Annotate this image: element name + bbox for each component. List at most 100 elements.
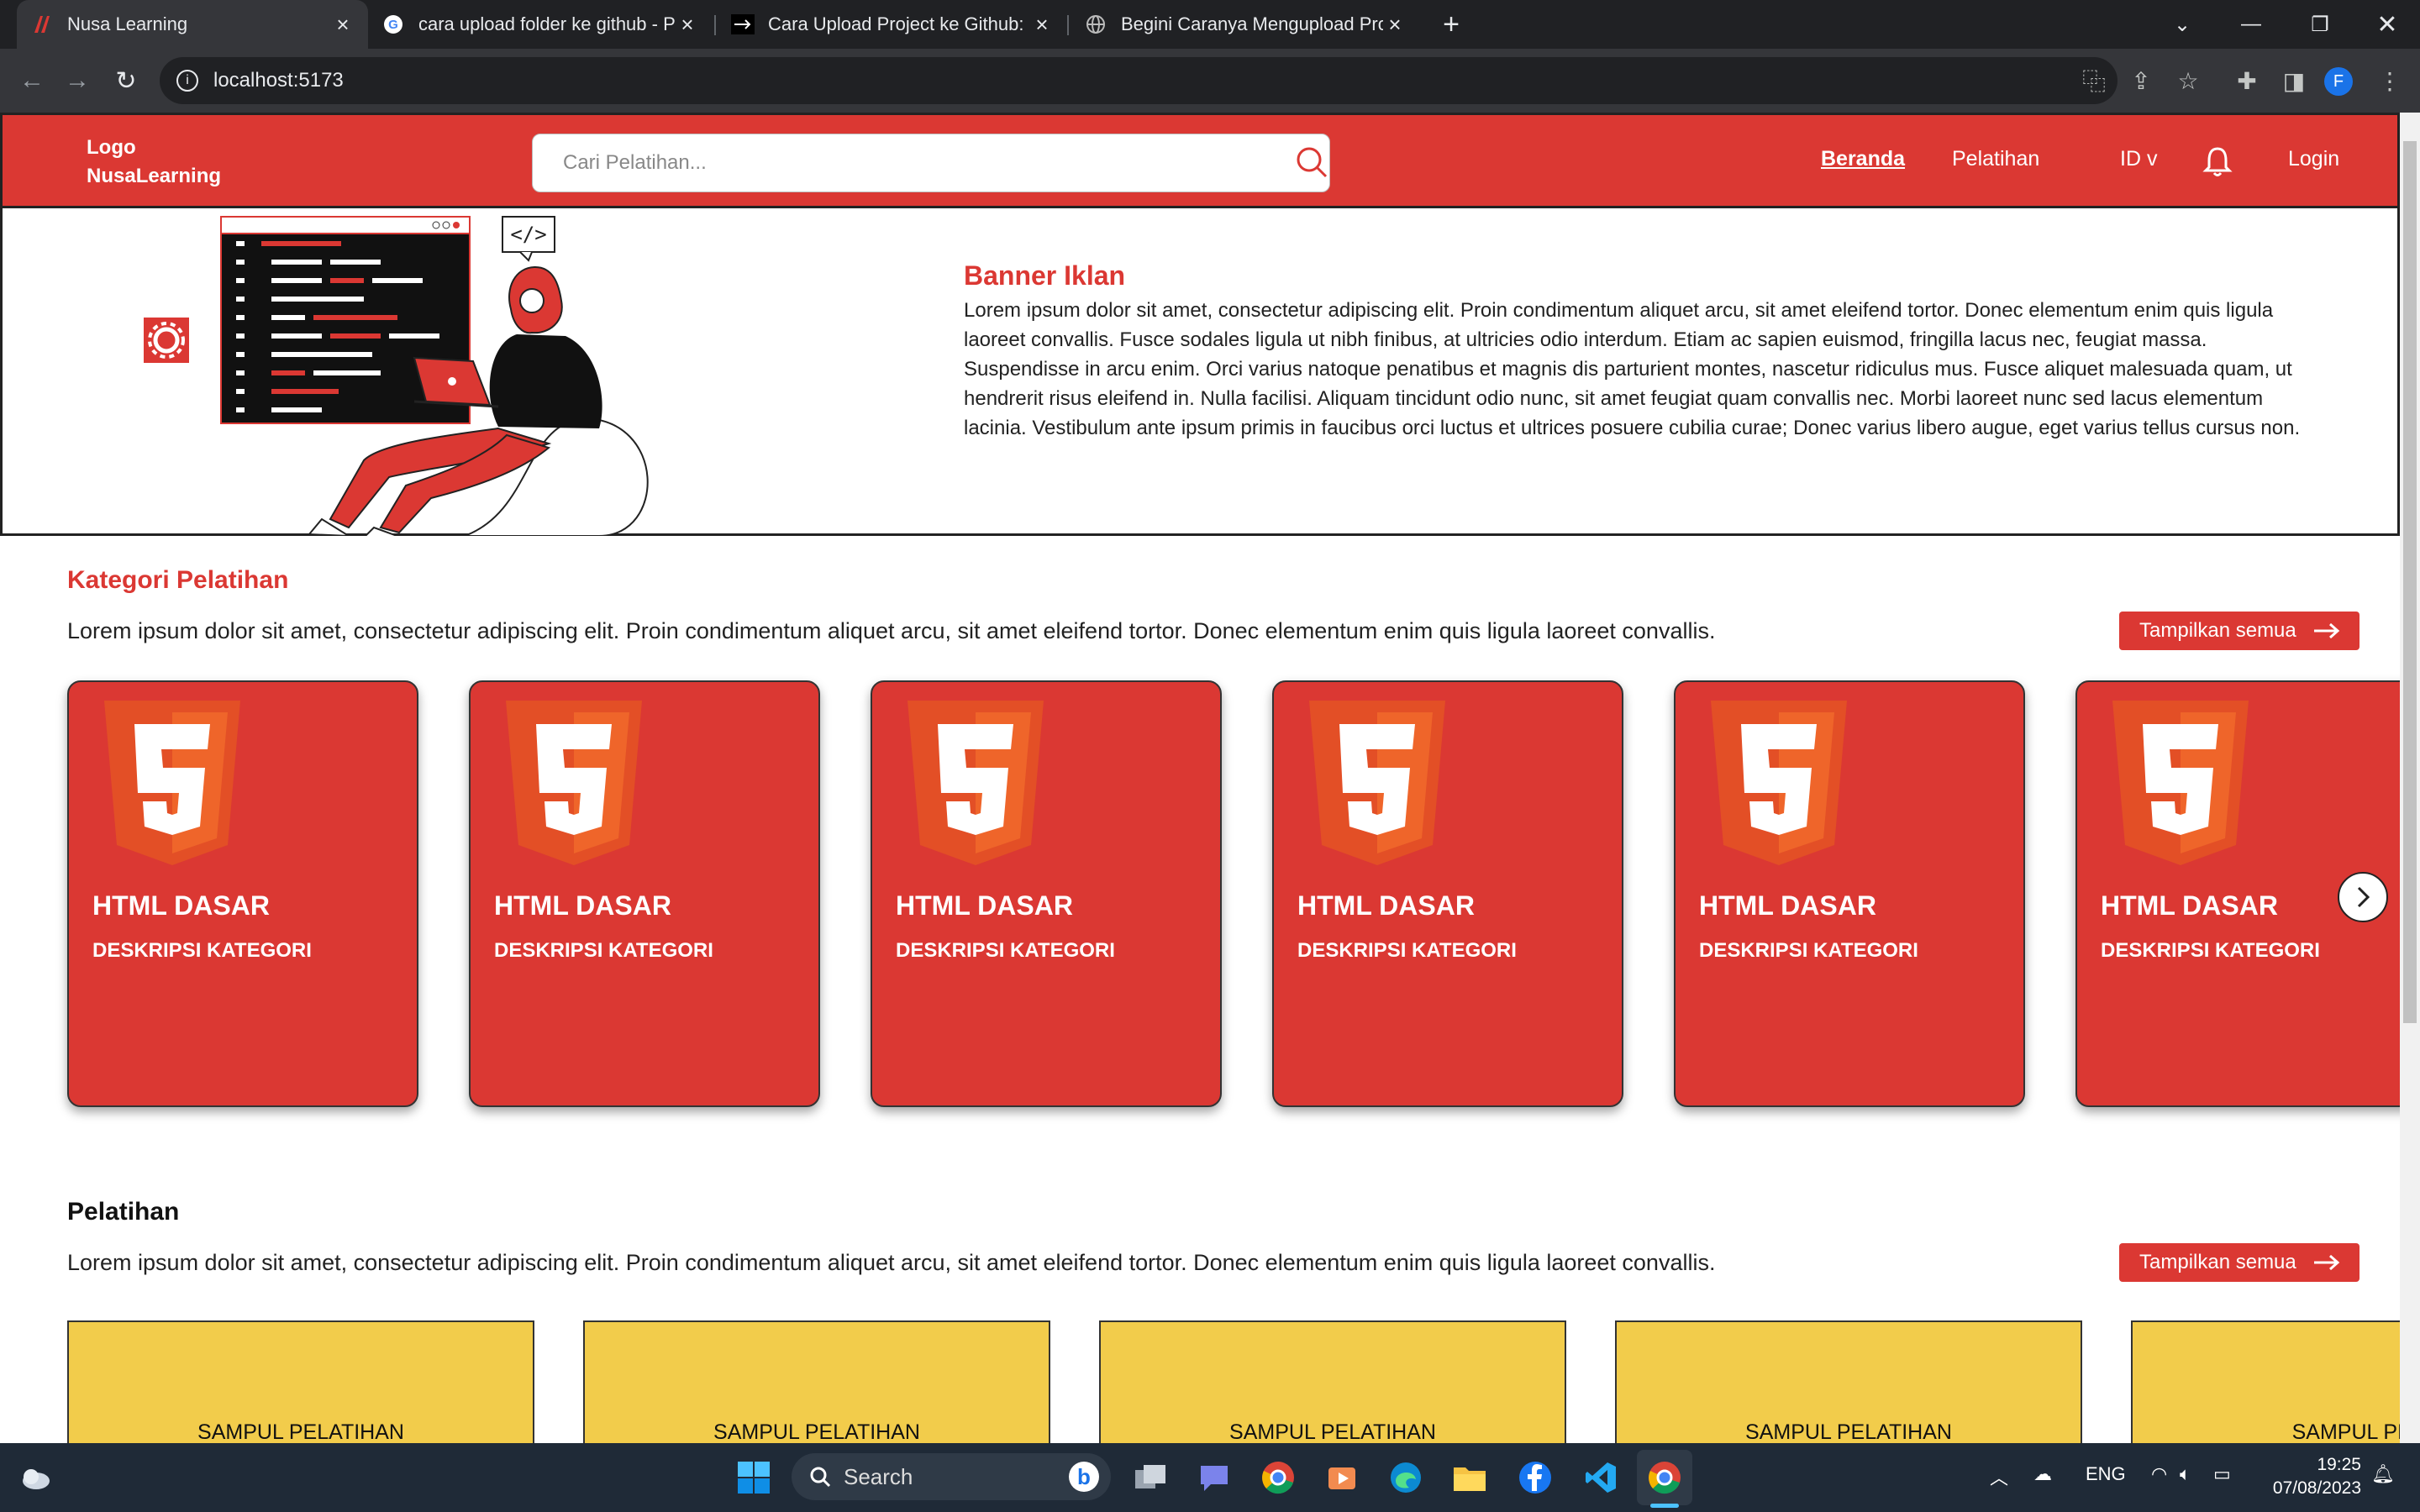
- close-tab-icon[interactable]: ×: [331, 12, 355, 38]
- coding-illustration: [144, 216, 649, 536]
- category-card-desc: DESKRIPSI KATEGORI: [896, 939, 1115, 962]
- nav-login[interactable]: Login: [2288, 147, 2339, 171]
- category-card[interactable]: HTML DASAR DESKRIPSI KATEGORI: [67, 680, 418, 1107]
- pelatihan-title: Pelatihan: [67, 1198, 180, 1226]
- translate-icon[interactable]: ⿻: [2070, 57, 2118, 104]
- chrome-icon[interactable]: [1250, 1450, 1306, 1505]
- language-dropdown[interactable]: ID v: [2120, 147, 2157, 171]
- category-card-title: HTML DASAR: [92, 890, 270, 921]
- code-tag-text: </>: [510, 223, 546, 246]
- taskbar-search[interactable]: Search b: [792, 1453, 1111, 1500]
- tab-begini-caranya[interactable]: Begini Caranya Mengupload Proj ×: [1071, 0, 1420, 49]
- html5-logo-icon: [104, 701, 240, 865]
- html5-logo-icon: [2112, 701, 2249, 865]
- tab-search-chevron-icon[interactable]: ⌄: [2153, 0, 2212, 49]
- wifi-icon[interactable]: ◠: [2151, 1463, 2167, 1485]
- pelatihan-cover[interactable]: SAMPUL PELA: [2131, 1320, 2400, 1443]
- tab-title: cara upload folder ke github - Pe: [418, 13, 676, 34]
- search-icon: [810, 1467, 831, 1488]
- browser-tab-strip: Nusa Learning × G cara upload folder ke …: [0, 0, 2420, 49]
- onedrive-icon[interactable]: ☁: [2033, 1463, 2052, 1485]
- category-card[interactable]: HTML DASAR DESKRIPSI KATEGORI: [871, 680, 1222, 1107]
- tab-title: Cara Upload Project ke Github: P: [768, 13, 1030, 34]
- site-info-icon[interactable]: i: [176, 70, 198, 92]
- new-tab-button[interactable]: +: [1422, 0, 1481, 49]
- close-tab-icon[interactable]: ×: [1383, 12, 1407, 38]
- chevron-right-icon: [2357, 886, 2370, 908]
- close-tab-icon[interactable]: ×: [1030, 12, 1054, 38]
- google-favicon-icon: G: [381, 13, 405, 36]
- back-arrow-icon[interactable]: ←: [8, 57, 55, 104]
- nav-pelatihan[interactable]: Pelatihan: [1952, 147, 2039, 171]
- url-text: localhost:5173: [213, 69, 344, 92]
- search-icon[interactable]: [1295, 145, 1328, 179]
- menu-kebab-icon[interactable]: ⋮: [2366, 57, 2413, 104]
- kategori-desc: Lorem ipsum dolor sit amet, consectetur …: [67, 618, 1716, 643]
- category-card[interactable]: HTML DASAR DESKRIPSI KATEGORI: [1272, 680, 1623, 1107]
- chrome-active-icon[interactable]: [1637, 1450, 1692, 1505]
- notification-bell-icon[interactable]: 🔔︎: [2371, 1463, 2395, 1485]
- task-view-icon[interactable]: [1123, 1450, 1178, 1505]
- category-card[interactable]: HTML DASAR DESKRIPSI KATEGORI: [469, 680, 820, 1107]
- bell-icon[interactable]: [2202, 145, 2233, 179]
- file-explorer-icon[interactable]: [1442, 1450, 1497, 1505]
- side-panel-icon[interactable]: ◨: [2270, 57, 2317, 104]
- site-navbar: Logo NusaLearning Cari Pelatihan... Bera…: [0, 113, 2400, 208]
- edge-icon[interactable]: [1378, 1450, 1434, 1505]
- globe-favicon-icon: [1084, 13, 1107, 36]
- vscode-icon[interactable]: [1573, 1450, 1628, 1505]
- extensions-puzzle-icon[interactable]: ✚: [2223, 57, 2270, 104]
- html5-logo-icon: [1309, 701, 1445, 865]
- pelatihan-show-all-button[interactable]: Tampilkan semua: [2119, 1243, 2360, 1282]
- html5-logo-icon: [908, 701, 1044, 865]
- bing-icon[interactable]: b: [1069, 1462, 1099, 1492]
- forward-arrow-icon[interactable]: →: [54, 57, 101, 104]
- pelatihan-cover[interactable]: SAMPUL PELATIHAN: [1615, 1320, 2082, 1443]
- category-card-desc: DESKRIPSI KATEGORI: [1297, 939, 1517, 962]
- facebook-icon[interactable]: [1507, 1450, 1563, 1505]
- pelatihan-cover[interactable]: SAMPUL PELATIHAN: [583, 1320, 1050, 1443]
- nav-beranda[interactable]: Beranda: [1821, 147, 1905, 171]
- carousel-next-button[interactable]: [2338, 872, 2388, 922]
- arrow-right-icon: [2314, 622, 2340, 639]
- kategori-title: Kategori Pelatihan: [67, 566, 289, 594]
- maximize-button[interactable]: ❐: [2291, 0, 2349, 49]
- pelatihan-cover[interactable]: SAMPUL PELATIHAN: [67, 1320, 534, 1443]
- volume-icon[interactable]: 🔈︎: [2180, 1463, 2191, 1485]
- clock[interactable]: 19:25 07/08/2023: [2252, 1453, 2361, 1500]
- site-logo[interactable]: Logo NusaLearning: [87, 134, 221, 191]
- kategori-show-all-button[interactable]: Tampilkan semua: [2119, 612, 2360, 650]
- share-icon[interactable]: ⇪: [2118, 57, 2165, 104]
- reload-icon[interactable]: ↻: [103, 57, 150, 104]
- weather-icon[interactable]: [7, 1450, 62, 1505]
- tab-google-search[interactable]: G cara upload folder ke github - Pe ×: [368, 0, 713, 49]
- banner-text: Lorem ipsum dolor sit amet, consectetur …: [964, 299, 2301, 439]
- html5-logo-icon: [506, 701, 642, 865]
- search-input[interactable]: Cari Pelatihan...: [532, 134, 1330, 192]
- category-card-desc: DESKRIPSI KATEGORI: [2101, 939, 2320, 962]
- category-card-title: HTML DASAR: [1297, 890, 1475, 921]
- profile-avatar[interactable]: F: [2324, 67, 2353, 96]
- tab-upload-project[interactable]: Cara Upload Project ke Github: P ×: [718, 0, 1067, 49]
- bookmark-star-icon[interactable]: ☆: [2165, 57, 2212, 104]
- pelatihan-cover[interactable]: SAMPUL PELATIHAN: [1099, 1320, 1566, 1443]
- code-tag-bubble: </>: [510, 223, 546, 246]
- category-card[interactable]: HTML DASAR DESKRIPSI KATEGORI: [1674, 680, 2025, 1107]
- teams-chat-icon[interactable]: [1186, 1450, 1242, 1505]
- pelatihan-desc: Lorem ipsum dolor sit amet, consectetur …: [67, 1250, 1716, 1275]
- language-indicator[interactable]: ENG: [2086, 1463, 2126, 1485]
- tab-title: Begini Caranya Mengupload Proj: [1121, 13, 1383, 34]
- battery-icon[interactable]: ▭: [2213, 1463, 2231, 1485]
- close-window-button[interactable]: ✕: [2358, 0, 2417, 49]
- address-bar[interactable]: i localhost:5173: [160, 57, 2118, 104]
- windows-start-icon[interactable]: [726, 1450, 781, 1505]
- minimize-button[interactable]: —: [2222, 0, 2281, 49]
- scrollbar-thumb[interactable]: [2403, 141, 2417, 1023]
- tab-nusa-learning[interactable]: Nusa Learning ×: [17, 0, 368, 49]
- media-player-icon[interactable]: [1314, 1450, 1370, 1505]
- tray-overflow-chevron-icon[interactable]: ︿: [1990, 1463, 2008, 1490]
- svg-text:G: G: [388, 18, 398, 32]
- category-card-desc: DESKRIPSI KATEGORI: [92, 939, 312, 962]
- category-card-title: HTML DASAR: [896, 890, 1073, 921]
- close-tab-icon[interactable]: ×: [676, 12, 699, 38]
